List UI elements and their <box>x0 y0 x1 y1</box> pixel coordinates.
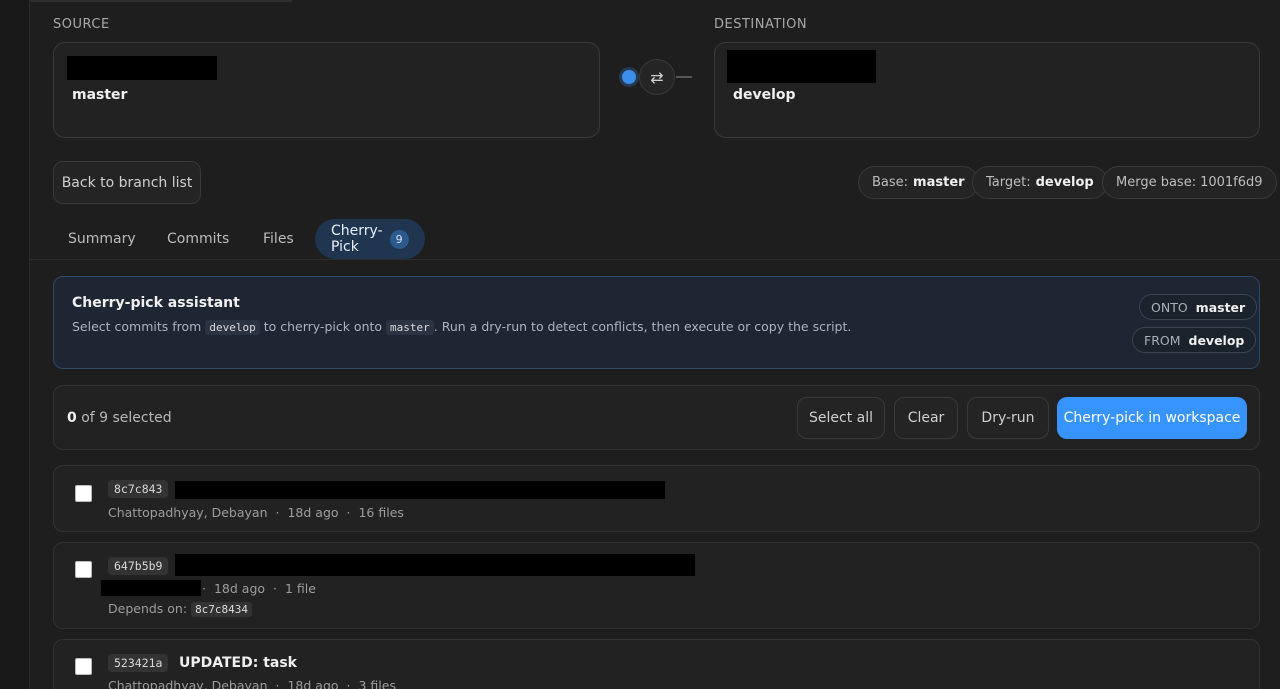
commit-row[interactable]: 8c7c843 Chattopadhyay, Debayan · 18d ago… <box>53 465 1260 532</box>
commit-checkbox[interactable] <box>75 485 92 502</box>
target-value: develop <box>1035 175 1094 190</box>
tab-divider <box>30 259 1280 260</box>
left-rail <box>0 0 30 689</box>
tab-summary[interactable]: Summary <box>68 219 136 259</box>
commit-author: Chattopadhyay, Debayan <box>108 678 268 689</box>
commit-title: UPDATED: task <box>179 655 297 671</box>
desc-text: to cherry-pick onto <box>263 319 383 334</box>
commit-files: 3 files <box>358 678 396 689</box>
selected-of-total: of 9 selected <box>81 410 172 426</box>
redacted-commit-title <box>175 554 695 576</box>
base-pill: Base: master <box>858 166 979 199</box>
assistant-title: Cherry-pick assistant <box>72 295 240 311</box>
onto-label: ONTO <box>1151 299 1188 315</box>
cherry-pick-execute-button[interactable]: Cherry-pick in workspace <box>1057 397 1247 439</box>
onto-value: master <box>1195 299 1246 315</box>
target-label: Target: <box>986 175 1031 190</box>
commit-row[interactable]: 647b5b9 · 18d ago · 1 file Depends on: 8… <box>53 542 1260 629</box>
dry-run-button[interactable]: Dry-run <box>967 397 1049 439</box>
selection-toolbar: 0 of 9 selected Select all Clear Dry-run… <box>53 385 1260 450</box>
from-value: develop <box>1188 332 1245 348</box>
connector-line <box>676 76 692 78</box>
commit-sha: 647b5b9 <box>108 557 169 575</box>
redacted-repo <box>67 56 217 80</box>
commit-age: 18d ago <box>287 678 339 689</box>
redacted-commit-title <box>175 481 665 499</box>
desc-code-develop: develop <box>205 320 260 335</box>
source-label: SOURCE <box>53 17 110 32</box>
redacted-author <box>101 580 201 596</box>
commit-age: 18d ago <box>287 505 339 520</box>
commit-meta: Chattopadhyay, Debayan · 18d ago · 3 fil… <box>108 678 396 689</box>
commit-author: Chattopadhyay, Debayan <box>108 505 268 520</box>
merge-base-label: Merge base: <box>1116 175 1197 190</box>
commit-age: 18d ago <box>213 581 266 596</box>
base-label: Base: <box>872 175 909 190</box>
source-branch-name: master <box>72 87 128 103</box>
onto-pill: ONTO master <box>1139 294 1258 320</box>
commit-dependencies: Depends on: 8c7c8434 <box>108 601 253 617</box>
desc-text: . Run a dry-run to detect conflicts, the… <box>433 319 852 334</box>
tab-commits[interactable]: Commits <box>167 219 229 259</box>
desc-code-master: master <box>386 320 434 335</box>
from-label: FROM <box>1144 332 1181 348</box>
depends-label: Depends on: <box>108 601 188 616</box>
destination-branch-name: develop <box>733 87 796 103</box>
assistant-description: Select commits from develop to cherry-pi… <box>72 319 852 335</box>
tab-cherry-pick-label: Cherry-Pick <box>331 223 383 255</box>
redacted-repo <box>727 50 876 83</box>
merge-base-pill: Merge base: 1001f6d9 <box>1102 166 1277 199</box>
branch-dot-icon <box>622 70 636 84</box>
commit-sha: 523421a <box>108 654 169 672</box>
meta-separator: · <box>346 678 351 689</box>
selected-count: 0 <box>67 410 77 426</box>
destination-label: DESTINATION <box>714 17 808 32</box>
commit-row[interactable]: 523421a UPDATED: task Chattopadhyay, Deb… <box>53 639 1260 689</box>
base-value: master <box>913 175 965 190</box>
merge-base-value: 1001f6d9 <box>1200 175 1263 190</box>
commit-files: 1 file <box>284 581 316 596</box>
commit-meta: · 18d ago · 1 file <box>202 581 316 596</box>
source-branch-card[interactable]: master <box>53 42 600 138</box>
tab-count-badge: 9 <box>389 229 409 249</box>
top-strip <box>30 0 292 2</box>
cherry-pick-assistant-panel: Cherry-pick assistant Select commits fro… <box>53 276 1260 369</box>
meta-separator: · <box>346 505 351 520</box>
meta-separator: · <box>275 505 280 520</box>
from-pill: FROM develop <box>1132 327 1257 353</box>
target-pill: Target: develop <box>972 166 1108 199</box>
select-all-button[interactable]: Select all <box>797 397 885 439</box>
clear-button[interactable]: Clear <box>894 397 958 439</box>
meta-separator: · <box>202 581 206 596</box>
commit-sha: 8c7c843 <box>108 480 169 498</box>
desc-text: Select commits from <box>72 319 202 334</box>
commit-checkbox[interactable] <box>75 561 92 578</box>
back-to-branch-list-button[interactable]: Back to branch list <box>53 161 201 204</box>
tab-cherry-pick[interactable]: Cherry-Pick 9 <box>315 219 425 259</box>
meta-separator: · <box>273 581 277 596</box>
destination-branch-card[interactable]: develop <box>714 42 1260 138</box>
commit-files: 16 files <box>358 505 404 520</box>
swap-arrows-icon[interactable]: ⇄ <box>639 59 675 95</box>
depends-sha: 8c7c8434 <box>191 602 253 617</box>
commit-checkbox[interactable] <box>75 658 92 675</box>
branch-connector: ⇄ <box>612 58 708 96</box>
meta-separator: · <box>275 678 280 689</box>
tab-files[interactable]: Files <box>263 219 294 259</box>
selection-count: 0 of 9 selected <box>67 410 172 426</box>
commit-meta: Chattopadhyay, Debayan · 18d ago · 16 fi… <box>108 505 404 520</box>
